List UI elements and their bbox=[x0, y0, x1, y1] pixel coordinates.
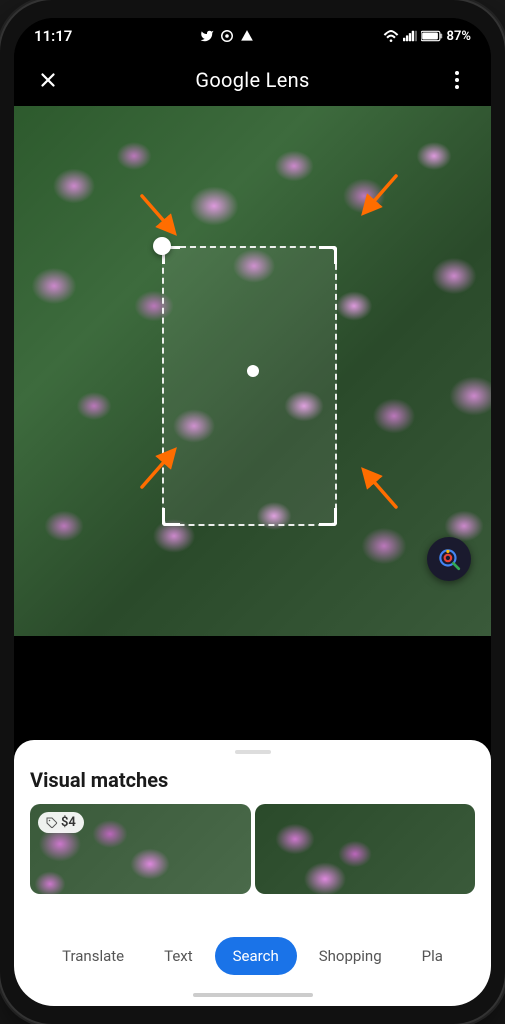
camera-view[interactable] bbox=[14, 106, 491, 636]
home-indicator bbox=[14, 984, 491, 1006]
close-button[interactable] bbox=[30, 62, 66, 98]
nav-strip: Translate Text Search Shopping Pla bbox=[14, 928, 491, 984]
phone-frame: 11:17 bbox=[0, 0, 505, 1024]
app-title: Google Lens bbox=[195, 68, 309, 92]
battery-icon bbox=[421, 30, 443, 42]
account-icon bbox=[240, 29, 254, 43]
nav-item-translate[interactable]: Translate bbox=[44, 937, 142, 975]
signal-icon bbox=[403, 30, 417, 42]
corner-handle-bl[interactable] bbox=[162, 508, 180, 526]
status-right: 87% bbox=[383, 29, 471, 44]
drag-handle-tl[interactable] bbox=[153, 237, 171, 255]
price-value-1: $4 bbox=[61, 815, 76, 830]
status-center-icons bbox=[200, 29, 254, 43]
lens-search-button[interactable] bbox=[427, 537, 471, 581]
center-dot bbox=[247, 365, 259, 377]
bottom-sheet[interactable]: Visual matches $4 bbox=[14, 740, 491, 950]
price-badge-1: $4 bbox=[38, 812, 84, 833]
battery-percent: 87% bbox=[447, 29, 471, 44]
phone-screen: 11:17 bbox=[14, 18, 491, 1006]
nav-item-text[interactable]: Text bbox=[146, 937, 211, 975]
match-card-1[interactable]: $4 bbox=[30, 804, 251, 894]
more-options-button[interactable] bbox=[439, 62, 475, 98]
arrow-bottom-left bbox=[132, 442, 187, 501]
match-card-2[interactable] bbox=[255, 804, 476, 894]
arrow-top-right bbox=[351, 166, 406, 225]
corner-handle-br[interactable] bbox=[319, 508, 337, 526]
ring-icon bbox=[220, 29, 234, 43]
status-bar: 11:17 bbox=[14, 18, 491, 54]
status-time: 11:17 bbox=[34, 27, 72, 45]
lens-icon bbox=[436, 546, 462, 572]
arrow-bottom-right bbox=[351, 462, 406, 521]
wifi-icon bbox=[383, 30, 399, 42]
twitter-icon bbox=[200, 29, 214, 43]
home-bar bbox=[193, 993, 313, 997]
bottom-navigation: Translate Text Search Shopping Pla bbox=[14, 928, 491, 1006]
visual-matches-grid: $4 bbox=[14, 804, 491, 894]
nav-item-search[interactable]: Search bbox=[215, 937, 297, 975]
nav-item-shopping[interactable]: Shopping bbox=[301, 937, 400, 975]
sheet-title: Visual matches bbox=[14, 768, 491, 792]
lens-header: Google Lens bbox=[14, 54, 491, 106]
nav-item-places[interactable]: Pla bbox=[404, 937, 461, 975]
selection-box[interactable] bbox=[162, 246, 337, 526]
corner-handle-tr[interactable] bbox=[319, 246, 337, 264]
sheet-handle bbox=[235, 750, 271, 754]
